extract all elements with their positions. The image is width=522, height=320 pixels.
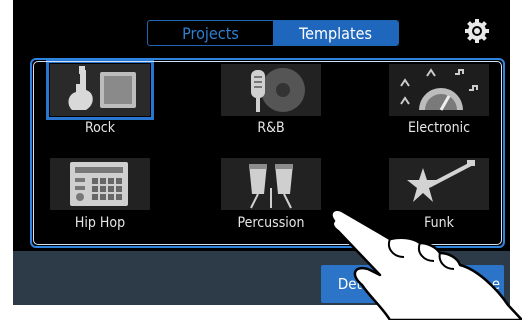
star-guitar-icon bbox=[389, 158, 489, 210]
guitar-amp-icon bbox=[50, 64, 150, 116]
template-label: Percussion bbox=[237, 215, 305, 231]
template-tile-funk[interactable] bbox=[389, 158, 489, 210]
template-tile-electronic[interactable] bbox=[389, 64, 489, 116]
conga-drums-icon bbox=[221, 158, 321, 210]
template-label: Rock bbox=[84, 120, 116, 136]
gear-icon[interactable] bbox=[463, 17, 491, 45]
tab-projects[interactable]: Projects bbox=[148, 21, 273, 45]
tab-templates[interactable]: Templates bbox=[273, 21, 398, 45]
template-label: Electronic bbox=[407, 120, 471, 136]
template-label: R&B bbox=[257, 120, 285, 136]
template-label: Hip Hop bbox=[74, 215, 126, 231]
pointing-hand-icon bbox=[330, 208, 522, 320]
view-tabs: Projects Templates bbox=[147, 20, 399, 46]
template-tile-percussion[interactable] bbox=[221, 158, 321, 210]
synth-knob-icon bbox=[389, 64, 489, 116]
template-tile-rnb[interactable] bbox=[221, 64, 321, 116]
drum-machine-icon bbox=[50, 158, 150, 210]
microphone-record-icon bbox=[221, 64, 321, 116]
template-tile-rock[interactable] bbox=[46, 60, 154, 120]
template-tile-hiphop[interactable] bbox=[50, 158, 150, 210]
